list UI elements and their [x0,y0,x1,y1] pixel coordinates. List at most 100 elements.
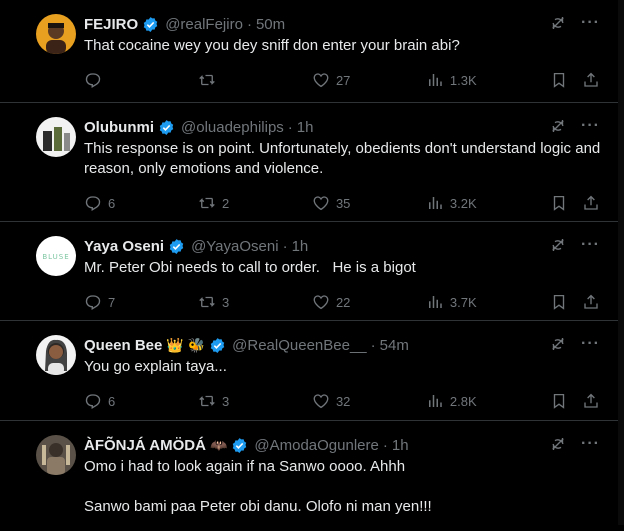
reply-count: 6 [108,195,116,211]
timestamp[interactable]: 1h [292,238,309,255]
retweet-button[interactable]: 3 [198,392,312,410]
timestamp[interactable]: 1h [297,119,314,136]
retweet-icon [198,194,216,212]
views-button[interactable]: 1.3K [426,71,536,89]
more-icon[interactable]: ··· [581,117,600,135]
grok-icon[interactable] [549,236,567,254]
tweet[interactable]: BLUSE Yaya Oseni @YayaOseni · 1h ··· Mr.… [0,222,618,321]
reply-icon [84,71,102,89]
grok-icon[interactable] [549,435,567,453]
reply-icon [84,392,102,410]
avatar[interactable] [36,335,76,375]
bookmark-icon[interactable] [550,392,568,410]
avatar[interactable]: BLUSE [36,236,76,276]
tweet-actions: 7 3 22 3.7K [84,284,602,320]
grok-icon[interactable] [549,117,567,135]
display-name[interactable]: ÀFÕNJÁ AMÖDÁ [84,437,206,454]
retweet-button[interactable]: 2 [198,194,312,212]
views-icon [426,293,444,311]
tweet[interactable]: Olubunmi @oluadephilips · 1h ··· This re… [0,103,618,222]
handle[interactable]: @AmodaOgunlere [254,437,378,454]
verified-badge-icon [142,16,159,33]
reply-button[interactable]: 6 [84,194,198,212]
avatar-logo-text: BLUSE [42,253,69,261]
verified-badge-icon [231,437,248,454]
views-count: 3.7K [449,294,477,310]
more-icon[interactable]: ··· [581,335,600,353]
views-button[interactable]: 3.2K [426,194,536,212]
timestamp[interactable]: 1h [392,437,409,454]
like-button[interactable]: 22 [312,293,426,311]
tweet[interactable]: FEJIRO @realFejiro · 50m ··· That cocain… [0,0,618,103]
retweet-icon [198,293,216,311]
tweet-header: FEJIRO @realFejiro · 50m [84,14,602,34]
grok-icon[interactable] [549,335,567,353]
separator-dot: · [246,15,252,33]
display-name[interactable]: Yaya Oseni [84,238,164,255]
bookmark-icon[interactable] [550,194,568,212]
like-button[interactable]: 35 [312,194,426,212]
more-icon[interactable]: ··· [581,236,600,254]
timestamp[interactable]: 54m [380,337,409,354]
verified-badge-icon [168,238,185,255]
more-icon[interactable]: ··· [581,435,600,453]
views-icon [426,392,444,410]
retweet-count: 3 [221,294,230,310]
more-icon[interactable]: ··· [581,14,600,32]
display-name[interactable]: Queen Bee [84,337,162,354]
display-name[interactable]: Olubunmi [84,119,154,136]
tweet-text-line-2: Sanwo bami paa Peter obi danu. Olofo ni … [84,498,432,515]
scrollbar[interactable] [618,0,624,525]
tweet-header: Queen Bee 👑 🐝 @RealQueenBee__ · 54m [84,335,602,355]
separator-dot: · [382,436,388,454]
views-count: 3.2K [449,195,477,211]
views-button[interactable]: 2.8K [426,392,536,410]
display-name[interactable]: FEJIRO [84,16,138,33]
like-count: 27 [335,72,351,88]
handle[interactable]: @oluadephilips [181,119,284,136]
handle[interactable]: @realFejiro [165,16,243,33]
reply-icon [84,293,102,311]
avatar[interactable] [36,435,76,475]
share-icon[interactable] [582,392,600,410]
timestamp[interactable]: 50m [256,16,285,33]
reply-count: 6 [108,393,116,409]
tweet[interactable]: Queen Bee 👑 🐝 @RealQueenBee__ · 54m ··· … [0,321,618,421]
like-count: 32 [335,393,351,409]
tweet[interactable]: ÀFÕNJÁ AMÖDÁ 🦇 @AmodaOgunlere · 1h ··· O… [0,421,618,531]
retweet-icon [198,392,216,410]
like-button[interactable]: 32 [312,392,426,410]
reply-button[interactable]: 7 [84,293,198,311]
share-icon[interactable] [582,194,600,212]
separator-dot: · [282,237,288,255]
bookmark-icon[interactable] [550,293,568,311]
bookmark-icon[interactable] [550,71,568,89]
retweet-count: 3 [221,393,230,409]
share-icon[interactable] [582,293,600,311]
reply-count: 7 [108,294,116,310]
retweet-button[interactable] [198,71,312,89]
tweet-text: Omo i had to look again if na Sanwo oooo… [84,458,406,475]
name-emoji: 🦇 [209,436,228,453]
tweet-text: Mr. Peter Obi needs to call to order. He… [84,259,416,276]
views-button[interactable]: 3.7K [426,293,536,311]
retweet-button[interactable]: 3 [198,293,312,311]
reply-feed: FEJIRO @realFejiro · 50m ··· That cocain… [0,0,618,531]
name-emoji: 👑 🐝 [166,336,206,353]
like-icon [312,194,330,212]
handle[interactable]: @RealQueenBee__ [232,337,367,354]
tweet-text: You go explain taya... [84,358,227,375]
share-icon[interactable] [582,71,600,89]
like-icon [312,293,330,311]
tweet-header: ÀFÕNJÁ AMÖDÁ 🦇 @AmodaOgunlere · 1h [84,435,602,455]
tweet-text: That cocaine wey you dey sniff don enter… [84,37,460,54]
tweet-header: Yaya Oseni @YayaOseni · 1h [84,236,602,256]
like-button[interactable]: 27 [312,71,426,89]
reply-button[interactable] [84,71,198,89]
reply-button[interactable]: 6 [84,392,198,410]
tweet-actions: 6 3 32 2.8K [84,383,602,419]
avatar[interactable] [36,117,76,157]
grok-icon[interactable] [549,14,567,32]
avatar[interactable] [36,14,76,54]
handle[interactable]: @YayaOseni [191,238,279,255]
